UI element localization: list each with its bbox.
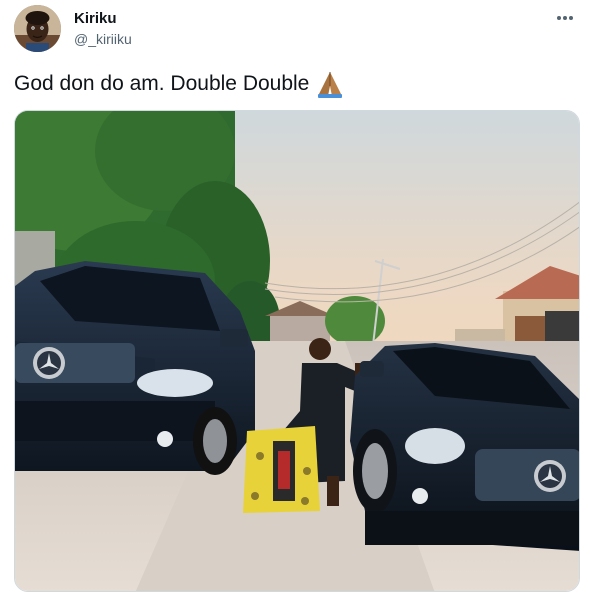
tweet-card: Kiriku @_kiriiku God don do am. Double D…	[0, 0, 590, 593]
more-horizontal-icon	[557, 16, 573, 20]
photo-two-black-cars-and-boy	[15, 111, 579, 591]
tweet-text: God don do am. Double Double	[14, 72, 310, 95]
tweet-text-row: God don do am. Double Double	[14, 70, 345, 98]
avatar[interactable]	[14, 5, 61, 52]
avatar-photo	[14, 5, 61, 52]
folded-hands-emoji	[318, 72, 343, 98]
author-display-name[interactable]: Kiriku	[74, 10, 117, 28]
tweet-media-photo[interactable]	[14, 110, 580, 592]
left-car	[15, 261, 255, 475]
author-handle[interactable]: @_kiriiku	[74, 30, 132, 48]
right-car	[350, 343, 579, 551]
more-options-button[interactable]	[554, 10, 576, 26]
